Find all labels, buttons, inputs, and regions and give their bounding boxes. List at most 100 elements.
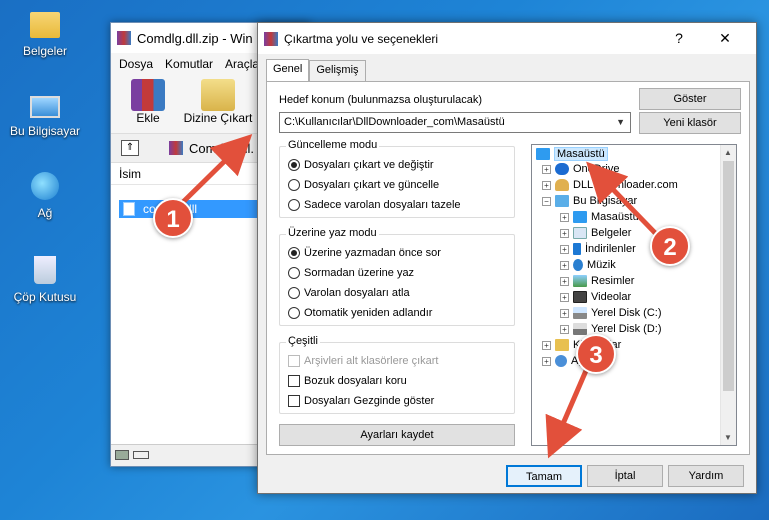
radio-indicator — [288, 247, 300, 259]
menu-tools[interactable]: Araçla — [225, 57, 259, 71]
checkbox-extract-subfolders[interactable]: Arşivleri alt klasörlere çıkart — [288, 355, 438, 367]
cancel-button[interactable]: İptal — [587, 465, 663, 487]
scroll-down-icon[interactable]: ▼ — [724, 433, 732, 442]
expand-icon[interactable]: + — [560, 324, 569, 334]
tree-item-user[interactable]: + DLL Downloader.com — [542, 179, 678, 191]
misc-group: Çeşitli Arşivleri alt klasörlere çıkart … — [279, 335, 515, 414]
desktop-icon-label: Belgeler — [22, 44, 68, 58]
checkbox-keep-broken[interactable]: Bozuk dosyaları koru — [288, 375, 407, 387]
scroll-up-icon[interactable]: ▲ — [724, 148, 732, 157]
desktop-icon-network[interactable]: Ağ — [0, 172, 90, 220]
radio-indicator — [288, 267, 300, 279]
tree-item-pictures[interactable]: + Resimler — [560, 275, 634, 287]
option-label: Üzerine yazmadan önce sor — [304, 247, 441, 259]
tree-item-this-pc[interactable]: − Bu Bilgisayar — [542, 195, 637, 207]
step-marker-1: 1 — [153, 198, 193, 238]
archive-small-icon — [169, 141, 183, 155]
desktop-icon-documents[interactable]: Belgeler — [0, 8, 90, 58]
download-icon — [573, 243, 581, 255]
collapse-icon[interactable]: − — [542, 196, 551, 206]
radio-extract-update[interactable]: Dosyaları çıkart ve güncelle — [288, 179, 439, 191]
expand-icon[interactable]: + — [560, 244, 569, 254]
add-button[interactable]: Ekle — [123, 79, 173, 125]
ok-button[interactable]: Tamam — [506, 465, 582, 487]
tree-item-videos[interactable]: + Videolar — [560, 291, 631, 303]
folder-tree[interactable]: Masaüstü + OneDrive + DLL Downloader.com −… — [531, 144, 737, 446]
help-title-button[interactable]: ? — [660, 23, 698, 54]
radio-freshen-existing[interactable]: Sadece varolan dosyaları tazele — [288, 199, 461, 211]
tree-item-documents[interactable]: + Belgeler — [560, 227, 631, 239]
tree-item-drive-c[interactable]: + Yerel Disk (C:) — [560, 307, 662, 319]
radio-rename-automatically[interactable]: Otomatik yeniden adlandır — [288, 307, 432, 319]
radio-overwrite-without-prompt[interactable]: Sormadan üzerine yaz — [288, 267, 414, 279]
address-path[interactable]: Comdlg.dll. — [189, 141, 254, 156]
show-button[interactable]: Göster — [639, 88, 741, 110]
option-label: Varolan dosyaları atla — [304, 287, 410, 299]
key-icon — [133, 451, 149, 459]
tree-item-music[interactable]: + Müzik — [560, 259, 616, 271]
help-button[interactable]: Yardım — [668, 465, 744, 487]
expand-icon[interactable]: + — [542, 164, 551, 174]
tab-general[interactable]: Genel — [266, 59, 310, 82]
option-label: Dosyaları Gezginde göster — [304, 395, 435, 407]
radio-indicator — [288, 159, 300, 171]
new-folder-button[interactable]: Yeni klasör — [639, 112, 741, 134]
menu-file[interactable]: Dosya — [119, 57, 153, 71]
up-folder-icon[interactable]: ⇑ — [121, 140, 139, 156]
expand-icon[interactable]: + — [542, 340, 551, 350]
desktop-icon-this-pc[interactable]: Bu Bilgisayar — [0, 92, 90, 138]
tree-item-desktop-sub[interactable]: + Masaüstü — [560, 211, 639, 223]
expand-icon[interactable]: + — [560, 276, 569, 286]
expand-icon[interactable]: + — [560, 228, 569, 238]
library-icon — [555, 339, 569, 351]
menu-commands[interactable]: Komutlar — [165, 57, 213, 71]
option-label: Dosyaları çıkart ve değiştir — [304, 159, 434, 171]
expand-icon[interactable]: + — [560, 308, 569, 318]
user-icon — [555, 179, 569, 191]
destination-label: Hedef konum (bulunmazsa oluşturulacak) — [279, 94, 482, 106]
checkbox-show-in-explorer[interactable]: Dosyaları Gezginde göster — [288, 395, 434, 407]
overwrite-mode-group: Üzerine yaz modu Üzerine yazmadan önce s… — [279, 227, 515, 326]
chevron-down-icon[interactable]: ▼ — [616, 113, 625, 132]
desktop-icon-recycle-bin[interactable]: Çöp Kutusu — [0, 256, 90, 304]
tree-item-label: Videolar — [591, 291, 632, 303]
tree-item-downloads[interactable]: + İndirilenler — [560, 243, 636, 255]
tree-item-onedrive[interactable]: + OneDrive — [542, 163, 619, 175]
radio-ask-before-overwrite[interactable]: Üzerine yazmadan önce sor — [288, 247, 441, 259]
expand-icon[interactable]: + — [542, 356, 551, 366]
tab-advanced[interactable]: Gelişmiş — [309, 60, 366, 82]
destination-combobox[interactable]: C:\Kullanıcılar\DllDownloader_com\Masaüs… — [279, 112, 631, 133]
radio-skip-existing[interactable]: Varolan dosyaları atla — [288, 287, 410, 299]
drive-status-icon — [115, 450, 129, 460]
expand-icon[interactable]: + — [560, 260, 569, 270]
radio-extract-replace[interactable]: Dosyaları çıkart ve değiştir — [288, 159, 434, 171]
dialog-title: Çıkartma yolu ve seçenekleri — [284, 31, 439, 46]
misc-title: Çeşitli — [286, 335, 320, 347]
tree-item-label: Yerel Disk (C:) — [591, 307, 662, 319]
tree-item-drive-d[interactable]: + Yerel Disk (D:) — [560, 323, 662, 335]
tree-item-label: Masaüstü — [554, 147, 608, 161]
option-label: Otomatik yeniden adlandır — [304, 307, 433, 319]
expand-icon[interactable]: + — [542, 180, 551, 190]
tree-item-label: Yerel Disk (D:) — [591, 323, 662, 335]
cloud-icon — [555, 163, 569, 175]
option-label: Sadece varolan dosyaları tazele — [304, 199, 461, 211]
save-settings-button[interactable]: Ayarları kaydet — [279, 424, 515, 446]
destination-value: C:\Kullanıcılar\DllDownloader_com\Masaüs… — [284, 116, 505, 128]
expand-icon[interactable]: + — [560, 292, 569, 302]
close-button[interactable]: ✕ — [706, 23, 744, 54]
tree-item-desktop[interactable]: Masaüstü — [536, 147, 608, 161]
tree-item-label: OneDrive — [573, 163, 620, 175]
scrollbar-thumb[interactable] — [723, 161, 734, 391]
expand-icon[interactable]: + — [560, 212, 569, 222]
drive-icon — [573, 307, 587, 319]
desktop-icon-label: Ağ — [37, 206, 53, 220]
tree-item-label: Masaüstü — [591, 211, 639, 223]
checkbox-indicator — [288, 355, 300, 367]
tree-scrollbar[interactable]: ▲ ▼ — [720, 145, 736, 445]
extract-to-button[interactable]: Dizine Çıkart — [179, 79, 257, 125]
step-marker-2: 2 — [650, 226, 690, 266]
tree-item-label: DLL Downloader.com — [573, 179, 678, 191]
folder-icon — [30, 12, 60, 38]
winrar-title: Comdlg.dll.zip - Win — [137, 30, 253, 46]
